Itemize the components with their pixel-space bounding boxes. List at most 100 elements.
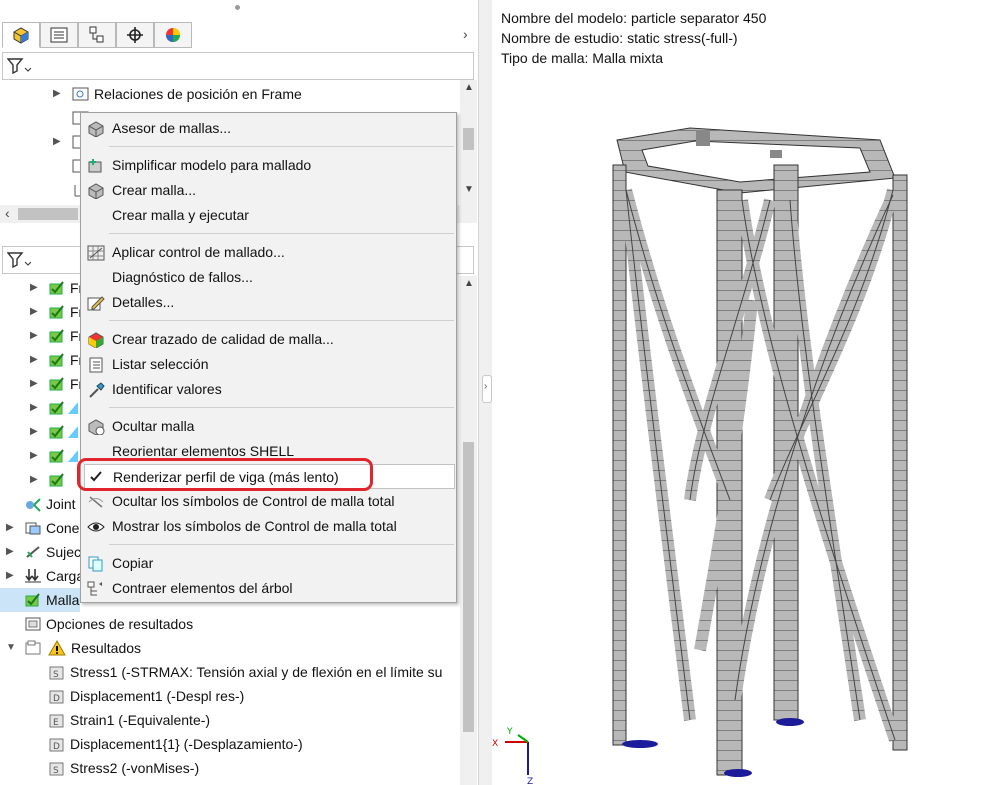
tree-row-shell[interactable]: ▶ [0, 444, 80, 468]
expand-arrow-icon[interactable]: ▶ [30, 444, 38, 468]
tree-row-connections[interactable]: ▶ Cone [0, 516, 80, 540]
mates-folder-icon [72, 87, 89, 101]
scroll-thumb[interactable] [18, 208, 78, 220]
quality-plot-icon [88, 332, 104, 348]
tab-feature-manager[interactable] [2, 22, 40, 48]
tab-dimxpert-manager[interactable] [116, 22, 154, 48]
expand-arrow-icon[interactable]: ▶ [6, 516, 14, 540]
tree-row-result-plot[interactable]: D Displacement1{1} (-Desplazamiento-) [0, 732, 460, 756]
mesh-icon [25, 593, 40, 607]
menu-item-create-mesh[interactable]: Crear malla... [81, 178, 456, 203]
svg-text:E: E [53, 718, 59, 728]
tree-row-fixtures[interactable]: ▶ Sujec [0, 540, 81, 564]
expand-arrow-icon[interactable]: ▶ [30, 348, 38, 372]
tree-row-result-plot[interactable]: D Displacement1 (-Despl res-) [0, 684, 460, 708]
tree-row[interactable] [0, 178, 86, 202]
tree-row-mesh-selected[interactable]: Malla [0, 588, 80, 612]
menu-item-hide-symbols[interactable]: Ocultar los símbolos de Control de malla… [81, 489, 456, 514]
tree-row[interactable] [0, 106, 89, 130]
menu-item-details[interactable]: Detalles... [81, 290, 456, 315]
tree-scrollbar[interactable]: ▲ ▼ [460, 80, 477, 205]
tree-row-shell[interactable]: ▶ [0, 468, 80, 492]
tree-row-label: Relaciones de posición en Frame [94, 86, 302, 102]
probe-icon [89, 382, 105, 398]
triad-y-label: Y [506, 727, 513, 737]
tree-row[interactable] [0, 154, 89, 178]
tab-display-manager[interactable] [154, 22, 192, 48]
tree-row-frame[interactable]: ▶ Fr [0, 372, 83, 396]
filter-icon [7, 252, 31, 268]
menu-item-quality-plot[interactable]: Crear trazado de calidad de malla... [81, 327, 456, 352]
tree-row-frame[interactable]: ▶ Fr [0, 276, 83, 300]
scroll-left-icon[interactable]: ‹ [5, 205, 10, 221]
splitter-grip[interactable]: › [482, 375, 492, 403]
expand-arrow-icon[interactable]: ▶ [6, 564, 14, 588]
expand-arrow-icon[interactable]: ▶ [30, 372, 38, 396]
frame-model-render[interactable]: X Y Z [492, 0, 1007, 785]
menu-item-copy[interactable]: Copiar [81, 551, 456, 576]
menu-item-probe[interactable]: Identificar valores [81, 377, 456, 402]
chevron-right-icon[interactable]: › [463, 26, 468, 42]
shell-icon [68, 426, 78, 438]
tree-row-results[interactable]: ▼ Resultados [0, 636, 460, 660]
menu-item-failure-diagnostics[interactable]: Diagnóstico de fallos... [81, 265, 456, 290]
beam-mesh-icon [49, 281, 64, 295]
tree-row-joints[interactable]: Joint [0, 492, 80, 516]
triad-z-label: Z [527, 777, 533, 785]
expand-arrow-icon[interactable]: ▶ [30, 468, 38, 492]
tree-filter-box[interactable] [2, 52, 474, 80]
frame-braces [620, 188, 901, 742]
tree-row-label: Malla [46, 592, 80, 608]
tree-row-frame[interactable]: ▶ Fr [0, 324, 83, 348]
expand-arrow-icon[interactable]: ▶ [30, 300, 38, 324]
tree-row-label: Displacement1 (-Despl res-) [70, 688, 245, 704]
tree-row-shell[interactable]: ▶ [0, 420, 80, 444]
collapse-arrow-icon[interactable]: ▼ [6, 636, 16, 660]
menu-item-mesh-control[interactable]: Aplicar control de mallado... [81, 240, 456, 265]
tree-row-label: Stress1 (-STRMAX: Tensión axial y de fle… [70, 664, 443, 680]
expand-arrow-icon[interactable]: ▶ [30, 324, 38, 348]
expand-arrow-icon[interactable]: ▶ [30, 396, 38, 420]
mesh-control-icon [87, 245, 105, 261]
scroll-up-icon[interactable]: ▲ [464, 82, 474, 93]
expand-arrow-icon[interactable]: ▶ [30, 420, 38, 444]
tree-row-mates[interactable]: ▶ Relaciones de posición en Frame [0, 82, 460, 106]
menu-item-hide-mesh[interactable]: Ocultar malla [81, 414, 456, 439]
scroll-up-icon[interactable]: ▲ [464, 278, 474, 289]
tree-row-result-plot[interactable]: E Strain1 (-Equivalente-) [0, 708, 460, 732]
expand-arrow-icon[interactable]: ▶ [53, 130, 61, 154]
menu-item-mesh-advisor[interactable]: Asesor de mallas... [81, 116, 456, 141]
hide-symbols-icon [88, 496, 104, 508]
tree-row-shell[interactable]: ▶ [0, 396, 80, 420]
tree-row-result-plot[interactable]: S Stress1 (-STRMAX: Tensión axial y de f… [0, 660, 460, 684]
menu-item-create-mesh-run[interactable]: Crear malla y ejecutar [81, 203, 456, 228]
tree-row-frame[interactable]: ▶ Fr [0, 300, 83, 324]
scroll-down-icon[interactable]: ▼ [464, 184, 474, 195]
pane-grip-dot[interactable] [235, 5, 240, 10]
tree-row-frame[interactable]: ▶ Fr [0, 348, 83, 372]
tree-row-result-options[interactable]: Opciones de resultados [0, 612, 460, 636]
tree-row-result-plot[interactable]: S Stress2 (-vonMises-) [0, 756, 460, 780]
scroll-thumb[interactable] [463, 442, 474, 732]
tree-row-loads[interactable]: ▶ Carga [0, 564, 84, 588]
tab-configuration-manager[interactable] [78, 22, 116, 48]
beam-mesh-icon [49, 305, 64, 319]
menu-item-list-selection[interactable]: Listar selección [81, 352, 456, 377]
tab-property-manager[interactable] [40, 22, 78, 48]
tree-row[interactable]: ▶ [0, 130, 89, 154]
menu-item-show-symbols[interactable]: Mostrar los símbolos de Control de malla… [81, 514, 456, 539]
expand-arrow-icon[interactable]: ▶ [6, 540, 14, 564]
red-annotation-highlight [77, 458, 373, 491]
crosshair-icon [127, 27, 143, 43]
scroll-thumb[interactable] [463, 128, 474, 150]
result-plot-icon: D [49, 690, 64, 704]
svg-text:D: D [53, 694, 60, 704]
expand-arrow-icon[interactable]: ▶ [30, 276, 38, 300]
menu-item-simplify[interactable]: Simplificar modelo para mallado [81, 153, 456, 178]
shell-mesh-icon [49, 473, 64, 487]
mesh-context-menu: Asesor de mallas... Simplificar modelo p… [80, 112, 457, 603]
shell-mesh-icon [49, 425, 64, 439]
study-tree-scrollbar[interactable]: ▲ [460, 276, 477, 785]
menu-item-collapse-tree[interactable]: Contraer elementos del árbol [81, 576, 456, 601]
expand-arrow-icon[interactable]: ▶ [53, 82, 61, 106]
